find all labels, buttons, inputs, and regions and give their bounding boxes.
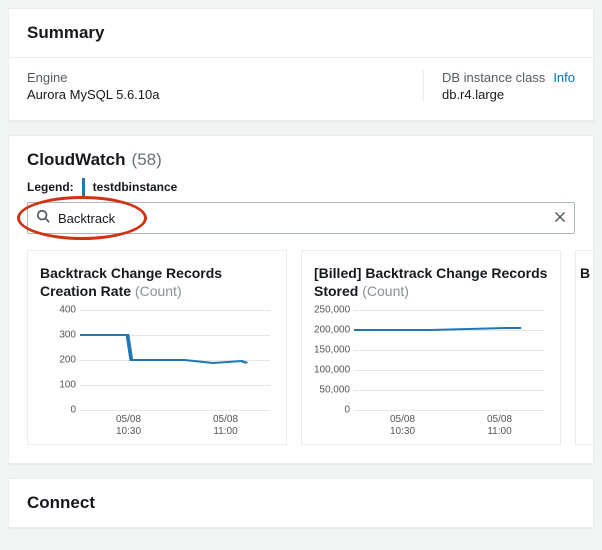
db-class-label-row: DB instance class Info <box>442 70 575 85</box>
chart-line <box>354 310 544 410</box>
ytick: 0 <box>314 405 350 416</box>
engine-label: Engine <box>27 70 423 85</box>
search-icon <box>36 209 50 228</box>
chart-card-peek[interactable]: B <box>575 250 593 445</box>
db-class-value: db.r4.large <box>442 87 575 102</box>
chart-xaxis: 05/08 10:30 05/08 11:00 <box>354 414 548 438</box>
ytick: 100 <box>40 380 76 391</box>
search-wrap <box>9 202 593 250</box>
chart-title-text: [Billed] Backtrack Change Records Stored <box>314 265 547 299</box>
ytick: 400 <box>40 305 76 316</box>
ytick: 0 <box>40 405 76 416</box>
ytick: 50,000 <box>314 385 350 396</box>
db-class-field: DB instance class Info db.r4.large <box>423 70 575 102</box>
ytick: 300 <box>40 330 76 341</box>
cloudwatch-panel: CloudWatch (58) Legend: testdbinstance <box>8 135 594 464</box>
summary-title: Summary <box>9 9 593 58</box>
cloudwatch-header: CloudWatch (58) <box>9 136 593 170</box>
close-icon <box>554 211 566 226</box>
engine-field: Engine Aurora MySQL 5.6.10a <box>27 70 423 102</box>
connect-title: Connect <box>9 479 593 527</box>
summary-body: Engine Aurora MySQL 5.6.10a DB instance … <box>9 58 593 120</box>
chart-card-records-stored[interactable]: [Billed] Backtrack Change Records Stored… <box>301 250 561 445</box>
legend-instance: testdbinstance <box>93 180 178 194</box>
ytick: 150,000 <box>314 345 350 356</box>
xtick: 05/08 11:00 <box>213 414 238 438</box>
chart-title: [Billed] Backtrack Change Records Stored… <box>314 265 548 300</box>
search-box[interactable] <box>27 202 575 234</box>
chart-unit: (Count) <box>362 283 409 299</box>
db-class-label: DB instance class <box>442 70 545 85</box>
chart-title: Backtrack Change Records Creation Rate (… <box>40 265 274 300</box>
legend-swatch <box>82 178 85 196</box>
chart-title: B <box>580 265 593 283</box>
xtick: 05/08 10:30 <box>116 414 141 438</box>
chart-card-creation-rate[interactable]: Backtrack Change Records Creation Rate (… <box>27 250 287 445</box>
xtick: 05/08 11:00 <box>487 414 512 438</box>
cloudwatch-title: CloudWatch <box>27 150 126 170</box>
chart-xaxis: 05/08 10:30 05/08 11:00 <box>80 414 274 438</box>
chart-plot: 0 100 200 300 400 <box>80 310 270 410</box>
clear-search-button[interactable] <box>554 211 566 226</box>
chart-title-text: B <box>580 265 590 281</box>
search-input[interactable] <box>58 211 546 226</box>
summary-panel: Summary Engine Aurora MySQL 5.6.10a DB i… <box>8 8 594 121</box>
ytick: 250,000 <box>314 305 350 316</box>
legend-row: Legend: testdbinstance <box>9 170 593 202</box>
chart-title-text: Backtrack Change Records Creation Rate <box>40 265 222 299</box>
chart-plot: 0 50,000 100,000 150,000 200,000 250,000 <box>354 310 544 410</box>
legend-label: Legend: <box>27 180 74 194</box>
charts-row: Backtrack Change Records Creation Rate (… <box>9 250 593 463</box>
ytick: 200,000 <box>314 325 350 336</box>
ytick: 100,000 <box>314 365 350 376</box>
chart-unit: (Count) <box>135 283 182 299</box>
ytick: 200 <box>40 355 76 366</box>
xtick: 05/08 10:30 <box>390 414 415 438</box>
info-link[interactable]: Info <box>553 70 575 85</box>
connect-panel: Connect <box>8 478 594 528</box>
chart-line <box>80 310 270 410</box>
cloudwatch-count: (58) <box>132 150 162 170</box>
engine-value: Aurora MySQL 5.6.10a <box>27 87 423 102</box>
